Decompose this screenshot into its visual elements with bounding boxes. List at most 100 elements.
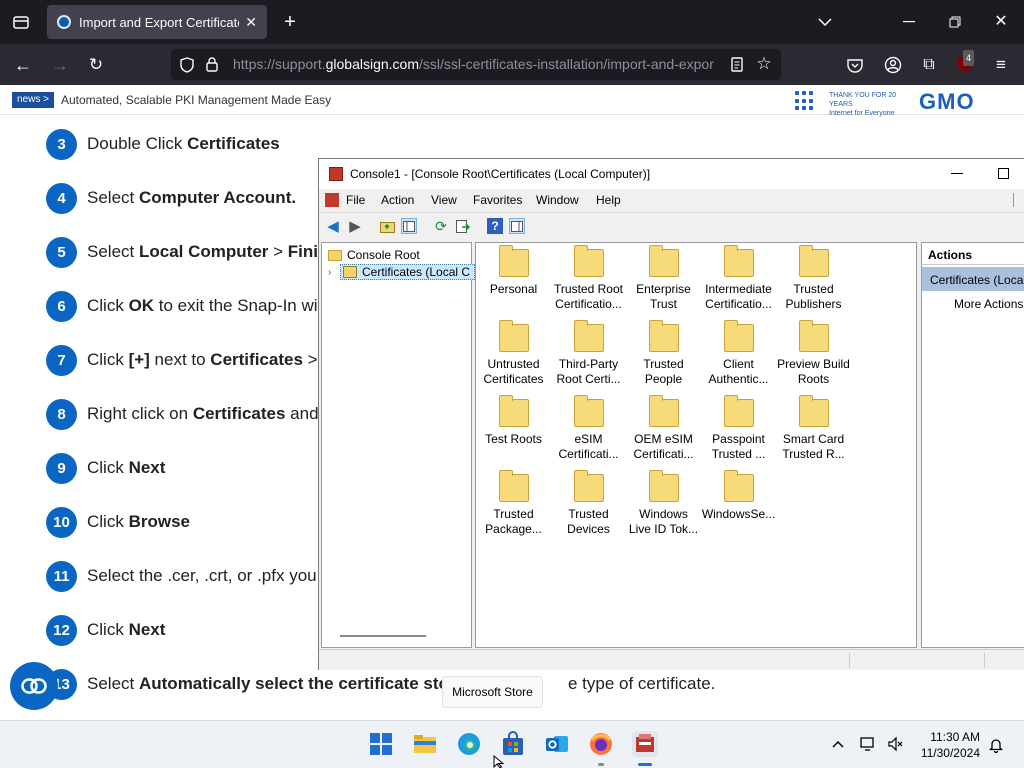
gmo-logo[interactable]: GMO <box>919 89 975 115</box>
menu-action[interactable]: Action <box>381 193 414 207</box>
folder-icon <box>498 245 529 277</box>
news-badge[interactable]: news > <box>12 92 54 108</box>
certificate-store-folder[interactable]: Enterprise Trust <box>626 245 701 312</box>
tree-item-console-root[interactable]: Console Root <box>328 247 420 263</box>
extensions-icon[interactable]: ⧉ <box>919 55 939 75</box>
menu-bar-restore-icon[interactable] <box>1013 193 1024 207</box>
export-list-icon[interactable] <box>455 218 471 234</box>
new-tab-icon[interactable]: + <box>281 12 299 32</box>
microsoft-store-icon[interactable] <box>500 731 526 757</box>
menu-help[interactable]: Help <box>596 193 621 207</box>
folder-label: eSIM Certificati... <box>558 432 619 461</box>
folder-icon <box>798 395 829 427</box>
lock-icon[interactable] <box>205 56 219 73</box>
certificate-store-folder[interactable]: eSIM Certificati... <box>551 395 626 462</box>
step-item: 10 Click Browse <box>46 506 190 538</box>
refresh-icon[interactable]: ⟳ <box>433 218 449 234</box>
certificate-store-folder[interactable]: Trusted Devices <box>551 470 626 537</box>
bookmark-star-icon[interactable]: ☆ <box>755 55 773 73</box>
forward-arrow-icon[interactable]: ▶ <box>347 218 363 235</box>
step-text-bold: Computer Account. <box>138 188 297 207</box>
help-icon[interactable]: ? <box>487 218 503 234</box>
menu-icon[interactable]: ≡ <box>992 56 1010 74</box>
tree-item-selected[interactable]: Certificates (Local C <box>340 264 476 280</box>
account-icon[interactable] <box>883 55 903 75</box>
url-host: globalsign.com <box>325 56 419 72</box>
close-tab-icon[interactable]: ✕ <box>245 14 257 31</box>
certificate-store-folder[interactable]: WindowsSe... <box>701 470 776 522</box>
menu-file[interactable]: File <box>346 193 365 207</box>
network-icon[interactable] <box>860 736 878 752</box>
url-bar[interactable]: https://support.globalsign.com/ssl/ssl-c… <box>171 49 781 80</box>
pocket-icon[interactable] <box>846 56 864 74</box>
step-item: 6 Click OK to exit the Snap-In win <box>46 290 327 322</box>
tree-item-certificates[interactable]: › Certificates (Local C <box>328 264 476 280</box>
tab-import-export[interactable]: Import and Export Certificate - ✕ <box>47 5 267 39</box>
certificate-store-folder[interactable]: Trusted Package... <box>476 470 551 537</box>
certificate-store-folder[interactable]: OEM eSIM Certificati... <box>626 395 701 462</box>
reader-view-icon[interactable] <box>729 56 745 73</box>
list-all-tabs-icon[interactable] <box>816 14 834 30</box>
minimize-icon[interactable] <box>900 14 918 30</box>
certificate-store-folder[interactable]: Intermediate Certificatio... <box>701 245 776 312</box>
tree-pane: Console Root › Certificates (Local C <box>321 242 476 648</box>
close-window-icon[interactable]: ✕ <box>992 14 1010 30</box>
step-text-part: Click <box>87 458 129 477</box>
mmc-minimize-icon[interactable] <box>951 173 963 174</box>
mmc-taskbar-icon[interactable] <box>632 731 658 757</box>
outlook-icon[interactable] <box>544 731 570 757</box>
restore-icon[interactable] <box>946 14 964 30</box>
tab-list-icon[interactable] <box>12 14 30 30</box>
certificate-store-folder[interactable]: Client Authentic... <box>701 320 776 387</box>
certificate-store-folder[interactable]: Personal <box>476 245 551 297</box>
certificate-store-folder[interactable]: Test Roots <box>476 395 551 447</box>
show-hide-action-pane-icon[interactable] <box>509 218 525 234</box>
expand-chevron-icon[interactable]: › <box>328 267 340 278</box>
reload-icon[interactable]: ↻ <box>87 56 105 74</box>
up-folder-icon[interactable] <box>379 218 395 234</box>
gmo-tagline-1: THANK YOU FOR 20 YEARS <box>829 92 897 108</box>
step-text: Select the .cer, .crt, or .pfx you w <box>87 566 334 586</box>
certificate-store-folder[interactable]: Untrusted Certificates <box>476 320 551 387</box>
actions-selected-item[interactable]: Certificates (Local <box>922 267 1024 291</box>
mmc-title-bar[interactable]: Console1 - [Console Root\Certificates (L… <box>319 159 1024 189</box>
certificate-store-folder[interactable]: Trusted People <box>626 320 701 387</box>
mmc-menu-app-icon[interactable] <box>325 193 339 207</box>
forward-icon[interactable]: → <box>51 56 69 74</box>
certificate-store-folder[interactable]: Third-Party Root Certi... <box>551 320 626 387</box>
certificate-store-folder[interactable]: Passpoint Trusted ... <box>701 395 776 462</box>
menu-view[interactable]: View <box>431 193 457 207</box>
show-hidden-icons-chevron-icon[interactable] <box>830 737 846 751</box>
clock[interactable]: 11:30 AM 11/30/2024 <box>921 729 980 761</box>
more-actions-link[interactable]: More Actions <box>954 297 1023 311</box>
certificate-store-folder[interactable]: Smart Card Trusted R... <box>776 395 851 462</box>
certificate-store-folder[interactable]: Trusted Publishers <box>776 245 851 312</box>
back-icon[interactable]: ← <box>14 56 32 74</box>
folder-label: Trusted Publishers <box>785 282 842 311</box>
mmc-maximize-icon[interactable] <box>998 168 1009 179</box>
notification-bell-icon[interactable] <box>988 736 1004 754</box>
start-windows-icon[interactable] <box>368 731 394 757</box>
show-hide-tree-icon[interactable] <box>401 218 417 234</box>
firefox-icon[interactable] <box>588 731 614 757</box>
step-item: 7 Click [+] next to Certificates > P <box>46 344 334 376</box>
mmc-console-window[interactable]: Console1 - [Console Root\Certificates (L… <box>318 158 1024 670</box>
banner-text[interactable]: Automated, Scalable PKI Management Made … <box>61 93 331 107</box>
file-explorer-icon[interactable] <box>412 731 438 757</box>
folder-icon <box>648 470 679 502</box>
certificate-store-folder[interactable]: Windows Live ID Tok... <box>626 470 701 537</box>
menu-window[interactable]: Window <box>536 193 579 207</box>
certificate-store-folder[interactable]: Preview Build Roots <box>776 320 851 387</box>
volume-muted-icon[interactable] <box>886 736 904 752</box>
step-text: Select Automatically select the certific… <box>87 674 715 694</box>
edge-browser-icon[interactable] <box>456 731 482 757</box>
step-text-bold: Certificates <box>187 134 280 153</box>
tracking-shield-icon[interactable] <box>179 56 195 73</box>
certificate-store-folder[interactable]: Trusted Root Certificatio... <box>551 245 626 312</box>
ublock-icon[interactable]: 4 <box>954 50 976 76</box>
tree-horizontal-scrollbar[interactable] <box>340 635 426 637</box>
chat-button[interactable] <box>10 662 58 710</box>
menu-favorites[interactable]: Favorites <box>473 193 522 207</box>
back-arrow-icon[interactable]: ◀ <box>325 218 341 235</box>
url-text[interactable]: https://support.globalsign.com/ssl/ssl-c… <box>233 56 721 72</box>
